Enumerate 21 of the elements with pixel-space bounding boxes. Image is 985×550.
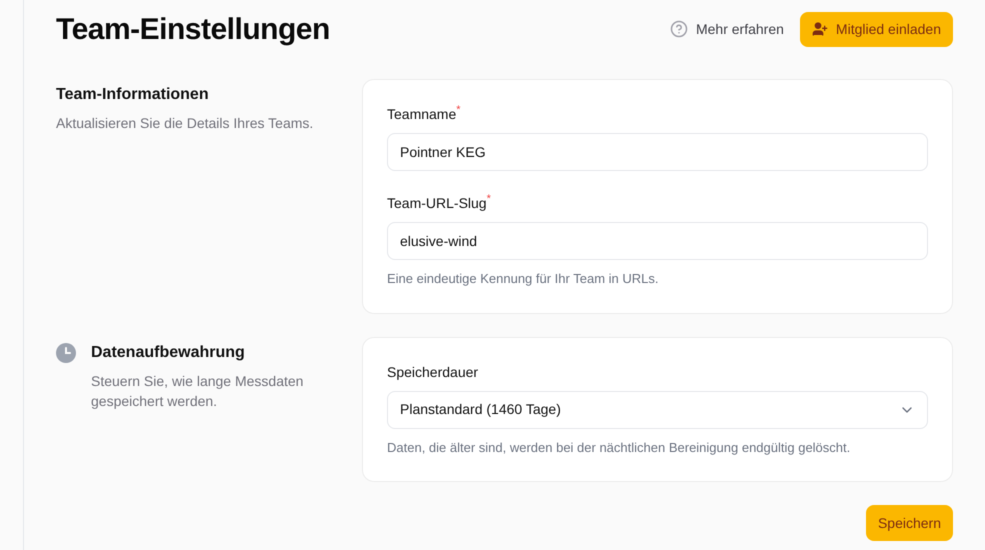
field-label: Team-URL-Slug — [387, 194, 487, 213]
required-mark: * — [456, 104, 461, 116]
select-field[interactable]: Planstandard (1460 Tage) — [387, 390, 928, 428]
section-description: Steuern Sie, wie lange Messdaten gespeichert werden. — [91, 372, 304, 410]
user-plus-icon — [812, 21, 828, 37]
field-hint: Eine eindeutige Kennung für Ihr Team in URLs. — [387, 270, 660, 288]
required-mark: * — [486, 193, 491, 205]
invite-member-button[interactable]: Mitglied einladen — [800, 12, 953, 46]
learn-more-link[interactable]: Mehr erfahren — [666, 18, 788, 40]
field-hint: Daten, die älter sind, werden bei der nächtlichen Bereinigung endgültig gelöscht. — [387, 438, 852, 457]
text-field[interactable]: Pointner KEG — [387, 133, 928, 171]
section-description: Aktualisieren Sie die Details Ihres Teams. — [56, 114, 314, 133]
section-title: Team-Informationen — [56, 85, 210, 105]
field-label: Teamname — [387, 105, 456, 124]
save-button[interactable]: Speichern — [866, 505, 953, 541]
page-title: Team-Einstellungen — [56, 12, 330, 48]
help-icon — [670, 20, 688, 38]
text-field[interactable]: elusive-wind — [387, 222, 928, 260]
section-title: Datenaufbewahrung — [91, 342, 246, 362]
clock-icon — [56, 342, 76, 362]
field-label: Speicherdauer — [387, 362, 478, 382]
